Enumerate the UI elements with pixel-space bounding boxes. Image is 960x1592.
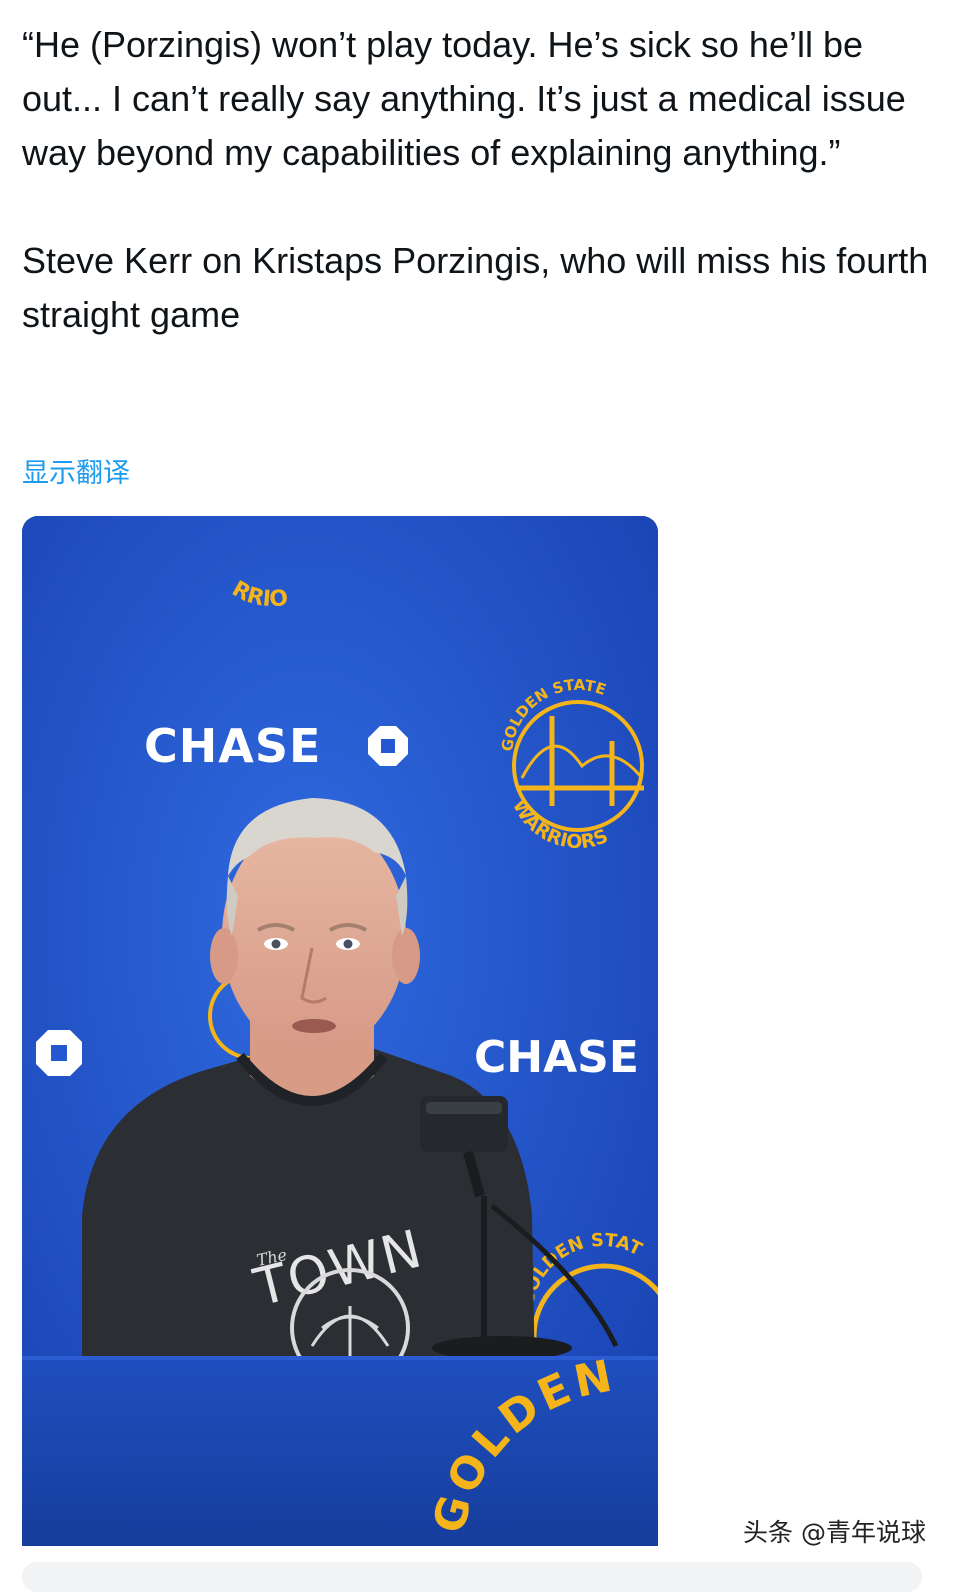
bottom-bar xyxy=(22,1562,922,1592)
press-conference-photo: RRIO CHASE GOLDEN STATE WARRIORS CHASE O… xyxy=(22,516,658,1546)
tweet-quote: “He (Porzingis) won’t play today. He’s s… xyxy=(22,24,906,173)
chase-logo-right: CHASE xyxy=(474,1032,639,1083)
source-watermark: 头条 @青年说球 xyxy=(743,1518,926,1547)
svg-text:CHASE: CHASE xyxy=(474,1032,639,1083)
show-translation-link[interactable]: 显示翻译 xyxy=(22,451,130,490)
tweet-media-image[interactable]: RRIO CHASE GOLDEN STATE WARRIORS CHASE O… xyxy=(22,516,658,1546)
chase-octagon-left-icon xyxy=(36,1030,82,1076)
tweet-text: “He (Porzingis) won’t play today. He’s s… xyxy=(22,18,942,342)
tweet-caption: Steve Kerr on Kristaps Porzingis, who wi… xyxy=(22,240,929,335)
svg-text:CHASE: CHASE xyxy=(144,719,321,773)
chase-octagon-icon xyxy=(368,726,408,766)
podium: GOLDEN xyxy=(22,1350,658,1546)
